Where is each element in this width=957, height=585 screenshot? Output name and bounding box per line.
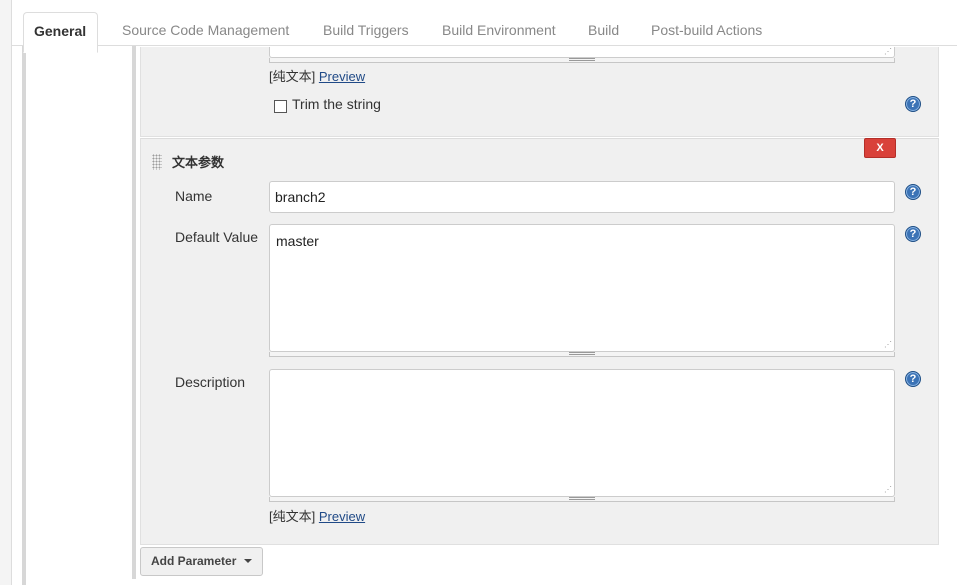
help-icon[interactable]: ?	[905, 184, 921, 200]
default-value-text: master	[276, 233, 319, 249]
resize-grip-icon: ⋰	[884, 340, 892, 349]
config-tab-bar: General Source Code Management Build Tri…	[12, 6, 957, 53]
trim-string-checkbox[interactable]	[274, 100, 287, 113]
resize-lines-icon	[569, 497, 595, 500]
plain-text-format-label: [纯文本]	[269, 509, 316, 524]
resize-lines-icon	[569, 58, 595, 61]
tab-source-code-management[interactable]: Source Code Management	[122, 22, 289, 38]
previous-format-row: [纯文本] Preview	[269, 66, 365, 85]
default-value-textarea[interactable]: master ⋰	[269, 224, 895, 352]
previous-textarea-resize-handle[interactable]	[269, 58, 895, 63]
tab-build[interactable]: Build	[588, 22, 619, 38]
resize-lines-icon	[569, 352, 595, 355]
tab-post-build-actions[interactable]: Post-build Actions	[651, 22, 762, 38]
add-parameter-button[interactable]: Add Parameter	[140, 547, 264, 576]
previous-description-textarea[interactable]: ⋰	[269, 47, 895, 58]
help-icon[interactable]: ?	[905, 226, 921, 242]
description-format-row: [纯文本] Preview	[269, 506, 365, 525]
resize-grip-icon: ⋰	[884, 47, 892, 56]
drag-handle-icon[interactable]	[152, 154, 162, 170]
tab-build-triggers[interactable]: Build Triggers	[323, 22, 409, 38]
help-icon[interactable]: ?	[905, 371, 921, 387]
description-resize-handle[interactable]	[269, 497, 895, 502]
description-label: Description	[175, 374, 246, 390]
tab-build-environment[interactable]: Build Environment	[442, 22, 556, 38]
tab-general[interactable]: General	[23, 12, 99, 53]
help-icon[interactable]: ?	[905, 96, 921, 112]
preview-link[interactable]: Preview	[319, 69, 365, 84]
default-value-resize-handle[interactable]	[269, 352, 895, 357]
preview-link[interactable]: Preview	[319, 509, 365, 524]
trim-string-label: Trim the string	[292, 96, 381, 112]
resize-grip-icon: ⋰	[884, 485, 892, 494]
name-input[interactable]: branch2	[269, 181, 895, 213]
config-gutter-bar	[22, 46, 26, 585]
dropdown-caret-icon	[244, 559, 253, 563]
parameter-type-title: 文本参数	[172, 155, 225, 170]
delete-parameter-button[interactable]: X	[864, 138, 896, 158]
name-label: Name	[175, 188, 213, 204]
plain-text-format-label: [纯文本]	[269, 69, 316, 84]
page-left-gutter	[0, 0, 12, 585]
default-value-label: Default Value	[175, 229, 259, 245]
description-textarea[interactable]: ⋰	[269, 369, 895, 497]
add-parameter-label: Add Parameter	[151, 554, 237, 568]
parameters-section-bar	[132, 46, 136, 579]
